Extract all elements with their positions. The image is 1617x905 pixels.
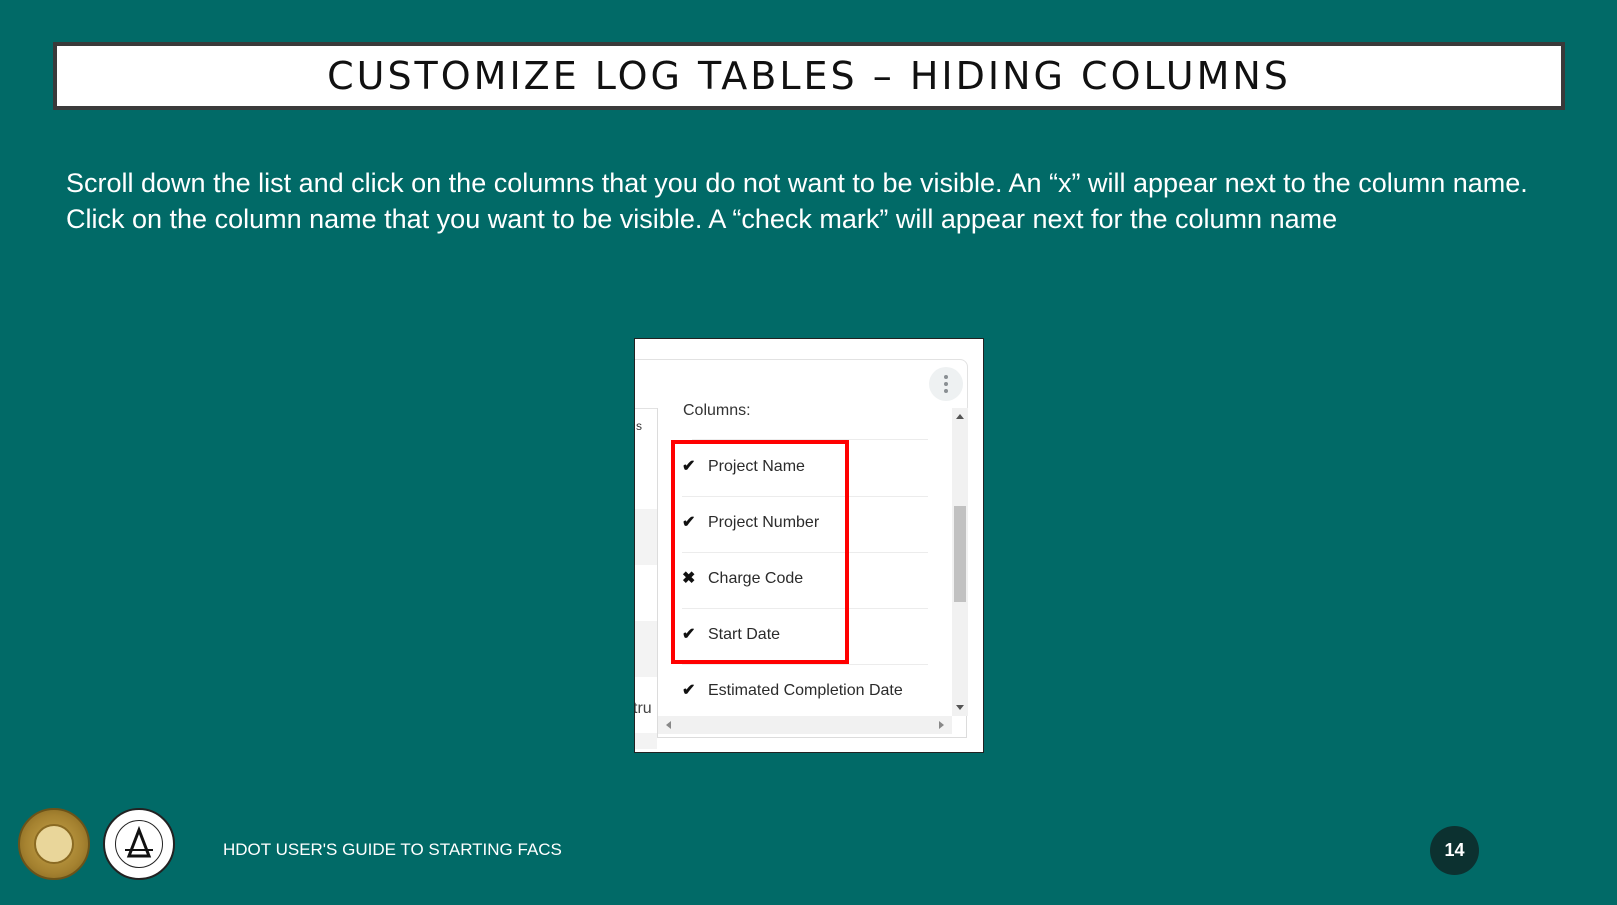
footer-text: HDOT USER'S GUIDE TO STARTING FACS [223,840,562,859]
check-icon: ✔ [682,514,696,531]
instruction-paragraph-2: Click on the column name that you want t… [66,204,1338,234]
check-icon: ✔ [682,458,696,475]
column-option-start-date[interactable]: ✔ Start Date [682,609,928,665]
column-option-charge-code[interactable]: ✖ Charge Code [682,553,928,609]
x-icon: ✖ [682,570,696,587]
instructions: Scroll down the list and click on the co… [66,165,1566,237]
scroll-right-icon[interactable] [939,721,944,729]
columns-menu-screenshot: s tru . . Columns: ✔ Project Name ✔ Proj… [634,338,984,753]
column-option-label: Charge Code [708,570,804,587]
column-option-estimated-completion-date[interactable]: ✔ Estimated Completion Date [682,665,928,721]
truncated-cell-text: s [636,419,642,433]
slide-title: CUSTOMIZE LOG TABLES – HIDING COLUMNS [327,54,1291,98]
horizontal-scrollbar[interactable] [658,716,952,734]
column-option-project-name[interactable]: ✔ Project Name [682,441,928,497]
instruction-paragraph-1: Scroll down the list and click on the co… [66,168,1528,198]
scroll-down-icon[interactable] [956,705,964,710]
column-option-project-number[interactable]: ✔ Project Number [682,497,928,553]
vertical-scrollbar[interactable] [952,408,968,716]
scrollbar-thumb[interactable] [954,506,966,602]
scroll-left-icon[interactable] [666,721,671,729]
page-number-badge: 14 [1430,826,1479,875]
background-table-rows [635,409,657,749]
check-icon: ✔ [682,682,696,699]
check-icon: ✔ [682,626,696,643]
column-option-label: Project Number [708,514,820,531]
column-option-label: Project Name [708,458,805,475]
truncated-cell-text: tru [634,700,652,717]
columns-header: Columns: [683,402,751,419]
title-box: CUSTOMIZE LOG TABLES – HIDING COLUMNS [53,42,1565,110]
column-option-label: Start Date [708,626,781,643]
columns-dropdown[interactable]: Columns: ✔ Project Name ✔ Project Number… [657,402,968,738]
column-option-label: Estimated Completion Date [708,682,903,699]
scroll-up-icon[interactable] [956,414,964,419]
more-options-icon[interactable] [929,367,963,401]
divider [692,439,928,440]
hdot-logo-icon [103,808,175,880]
state-of-hawaii-seal-icon [18,808,90,880]
